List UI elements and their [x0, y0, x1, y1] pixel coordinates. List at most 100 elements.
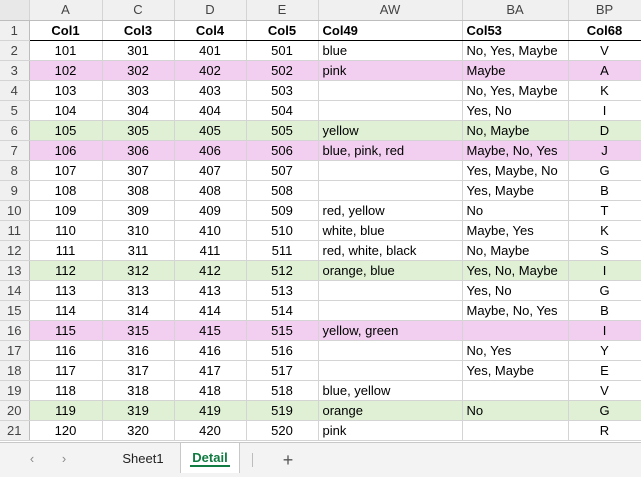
cell-col4[interactable]: 419: [174, 400, 247, 421]
cell-col68[interactable]: D: [568, 120, 641, 141]
cell-col53[interactable]: Yes, No, Maybe: [462, 260, 569, 281]
cell-col49[interactable]: orange: [318, 400, 463, 421]
cell-col1[interactable]: 120: [29, 420, 103, 441]
cell-col5[interactable]: 506: [246, 140, 319, 161]
row-header[interactable]: 7: [0, 140, 30, 161]
row-header[interactable]: 10: [0, 200, 30, 221]
cell-col3[interactable]: 306: [102, 140, 175, 161]
cell-col68[interactable]: J: [568, 140, 641, 161]
cell-col4[interactable]: 409: [174, 200, 247, 221]
cell-col1[interactable]: 105: [29, 120, 103, 141]
row-header[interactable]: 18: [0, 360, 30, 381]
cell-col53[interactable]: Yes, Maybe, No: [462, 160, 569, 181]
cell-col49[interactable]: blue: [318, 40, 463, 61]
cell-col5[interactable]: 516: [246, 340, 319, 361]
cell-col3[interactable]: 309: [102, 200, 175, 221]
tab-sheet1[interactable]: Sheet1: [110, 447, 176, 471]
tab-detail[interactable]: Detail: [180, 443, 240, 473]
cell-col4[interactable]: 408: [174, 180, 247, 201]
row-header[interactable]: 11: [0, 220, 30, 241]
cell-col4[interactable]: 406: [174, 140, 247, 161]
cell-col5[interactable]: 518: [246, 380, 319, 401]
cell-col3[interactable]: 320: [102, 420, 175, 441]
cell-col4[interactable]: 413: [174, 280, 247, 301]
cell-col4[interactable]: 415: [174, 320, 247, 341]
row-header[interactable]: 21: [0, 420, 30, 441]
cell-col4[interactable]: 405: [174, 120, 247, 141]
cell-col68[interactable]: I: [568, 100, 641, 121]
cell-col5[interactable]: 508: [246, 180, 319, 201]
cell-col5[interactable]: 505: [246, 120, 319, 141]
cell-col68[interactable]: G: [568, 400, 641, 421]
cell-col5[interactable]: 510: [246, 220, 319, 241]
cell-col4[interactable]: 414: [174, 300, 247, 321]
row-header[interactable]: 15: [0, 300, 30, 321]
cell-col68[interactable]: A: [568, 60, 641, 81]
cell-col3[interactable]: 314: [102, 300, 175, 321]
cell-col1[interactable]: 107: [29, 160, 103, 181]
cell-col3[interactable]: 305: [102, 120, 175, 141]
cell-col1[interactable]: 118: [29, 380, 103, 401]
cell-col49[interactable]: [318, 180, 463, 201]
cell-col1[interactable]: 114: [29, 300, 103, 321]
header-cell-col1[interactable]: Col1: [29, 20, 103, 41]
cell-col53[interactable]: No: [462, 200, 569, 221]
cell-col3[interactable]: 316: [102, 340, 175, 361]
cell-col1[interactable]: 104: [29, 100, 103, 121]
row-header[interactable]: 16: [0, 320, 30, 341]
row-header[interactable]: 13: [0, 260, 30, 281]
cell-col1[interactable]: 117: [29, 360, 103, 381]
cell-col3[interactable]: 312: [102, 260, 175, 281]
cell-col68[interactable]: G: [568, 280, 641, 301]
cell-col53[interactable]: No, Yes, Maybe: [462, 80, 569, 101]
cell-col5[interactable]: 520: [246, 420, 319, 441]
cell-col4[interactable]: 410: [174, 220, 247, 241]
cell-col4[interactable]: 416: [174, 340, 247, 361]
cell-col68[interactable]: I: [568, 260, 641, 281]
cell-col53[interactable]: Yes, No: [462, 280, 569, 301]
cell-col49[interactable]: red, yellow: [318, 200, 463, 221]
cell-col5[interactable]: 507: [246, 160, 319, 181]
cell-col49[interactable]: pink: [318, 420, 463, 441]
row-header[interactable]: 19: [0, 380, 30, 401]
row-header[interactable]: 14: [0, 280, 30, 301]
cell-col49[interactable]: [318, 100, 463, 121]
cell-col5[interactable]: 509: [246, 200, 319, 221]
cell-col1[interactable]: 108: [29, 180, 103, 201]
cell-col68[interactable]: K: [568, 80, 641, 101]
cell-col4[interactable]: 402: [174, 60, 247, 81]
cell-col3[interactable]: 313: [102, 280, 175, 301]
row-header[interactable]: 2: [0, 40, 30, 61]
cell-col1[interactable]: 115: [29, 320, 103, 341]
cell-col4[interactable]: 417: [174, 360, 247, 381]
cell-col49[interactable]: pink: [318, 60, 463, 81]
cell-col53[interactable]: Maybe, Yes: [462, 220, 569, 241]
cell-col68[interactable]: E: [568, 360, 641, 381]
column-header-aw[interactable]: AW: [318, 0, 463, 21]
cell-col68[interactable]: K: [568, 220, 641, 241]
cell-col4[interactable]: 407: [174, 160, 247, 181]
cell-col1[interactable]: 116: [29, 340, 103, 361]
row-header[interactable]: 9: [0, 180, 30, 201]
cell-col1[interactable]: 113: [29, 280, 103, 301]
row-header[interactable]: 8: [0, 160, 30, 181]
cell-col49[interactable]: blue, yellow: [318, 380, 463, 401]
cell-col68[interactable]: V: [568, 40, 641, 61]
cell-col1[interactable]: 110: [29, 220, 103, 241]
cell-col5[interactable]: 519: [246, 400, 319, 421]
column-header-e[interactable]: E: [246, 0, 319, 21]
header-cell-col5[interactable]: Col5: [246, 20, 319, 41]
cell-col1[interactable]: 112: [29, 260, 103, 281]
column-header-bp[interactable]: BP: [568, 0, 641, 21]
row-header[interactable]: 1: [0, 20, 30, 41]
cell-col5[interactable]: 502: [246, 60, 319, 81]
cell-col49[interactable]: red, white, black: [318, 240, 463, 261]
row-header[interactable]: 6: [0, 120, 30, 141]
chevron-left-icon[interactable]: ‹: [24, 451, 40, 467]
cell-col1[interactable]: 102: [29, 60, 103, 81]
cell-col53[interactable]: Yes, Maybe: [462, 360, 569, 381]
cell-col53[interactable]: No, Yes: [462, 340, 569, 361]
cell-col53[interactable]: Maybe, No, Yes: [462, 300, 569, 321]
row-header[interactable]: 4: [0, 80, 30, 101]
cell-col3[interactable]: 317: [102, 360, 175, 381]
